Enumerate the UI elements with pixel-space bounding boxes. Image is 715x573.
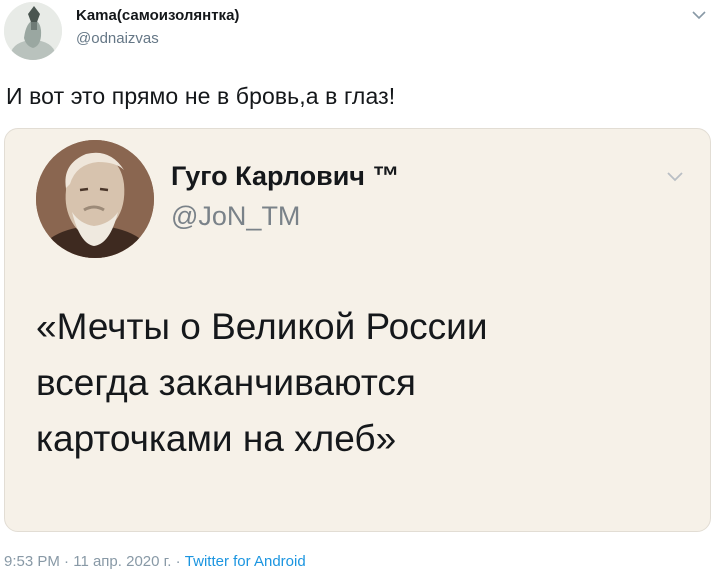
quoted-text-line: карточками на хлеб» [36,418,397,459]
tweet: Kama(самоизолянтка) @odnaizvas И вот это… [0,0,715,573]
quoted-tweet-card[interactable]: Гуго Карлович ™ @JoN_TM «Мечты о Великой… [4,128,711,532]
chevron-down-icon [667,172,683,182]
meta-separator: · [64,553,70,570]
quoted-author-avatar-image [36,140,154,258]
quoted-text-line: всегда заканчиваются [36,362,416,403]
tweet-date[interactable]: 11 апр. 2020 г. [73,553,171,570]
meta-separator: · [175,553,181,570]
quoted-menu-button[interactable] [663,168,687,184]
tweet-menu-button[interactable] [690,8,708,22]
quoted-display-name[interactable]: Гуго Карлович ™ [171,161,400,192]
author-avatar-image [4,2,62,60]
tweet-source-link[interactable]: Twitter for Android [185,553,306,570]
author-display-name[interactable]: Kama(самоизолянтка) [76,7,239,24]
author-avatar[interactable] [4,2,62,60]
tweet-time[interactable]: 9:53 PM [4,553,60,570]
chevron-down-icon [692,11,706,20]
quoted-handle[interactable]: @JoN_TM [171,201,300,232]
author-handle[interactable]: @odnaizvas [76,30,159,47]
quoted-text-line: «Мечты о Великой России [36,306,488,347]
quoted-tweet-text: «Мечты о Великой России всегда заканчива… [36,299,676,467]
tweet-text: И вот это прямо не в бровь,а в глаз! [6,83,396,109]
tweet-metadata: 9:53 PM · 11 апр. 2020 г. · Twitter for … [4,553,306,570]
quoted-author-avatar[interactable] [36,140,154,258]
